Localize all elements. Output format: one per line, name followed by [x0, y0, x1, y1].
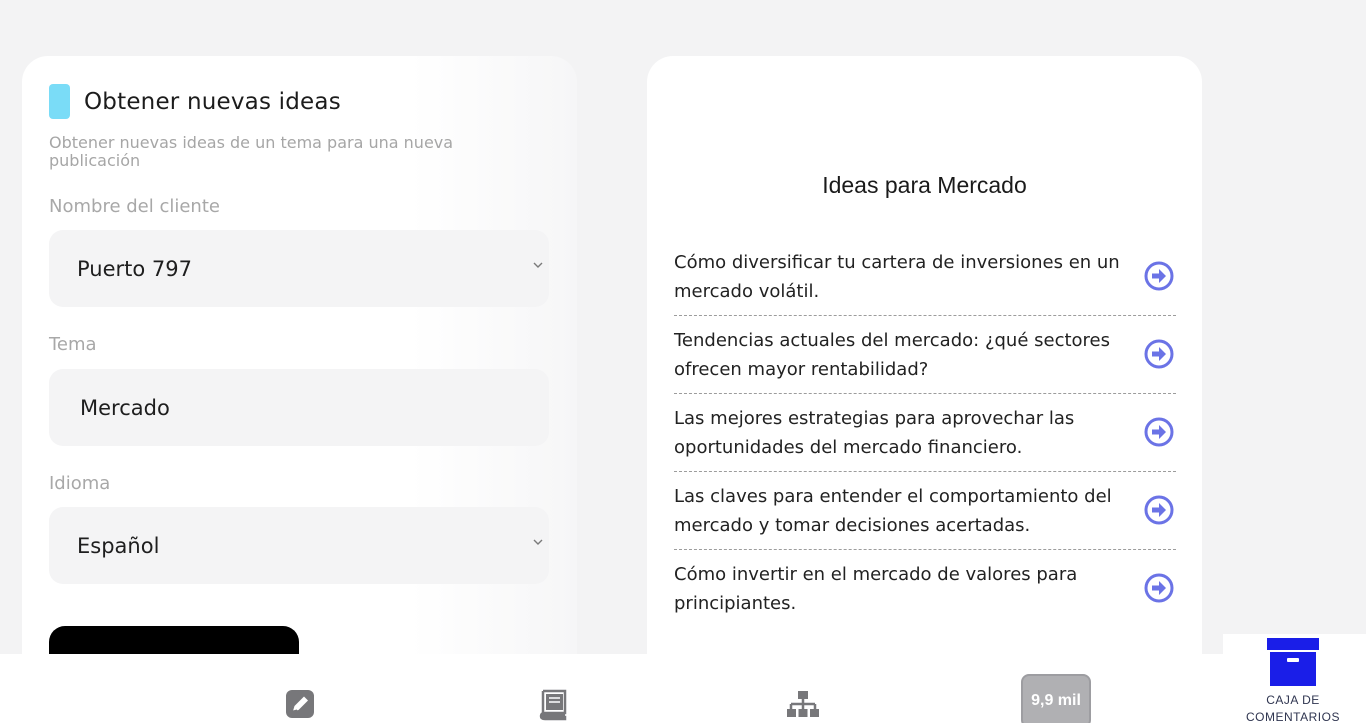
topic-label: Tema: [49, 334, 97, 355]
arrow-circle-right-icon[interactable]: [1144, 417, 1174, 447]
ideas-list: Cómo diversificar tu cartera de inversio…: [674, 238, 1176, 628]
client-select-value: Puerto 797: [77, 256, 192, 281]
arrow-circle-right-icon[interactable]: [1144, 573, 1174, 603]
chevron-down-icon: [533, 262, 543, 268]
idea-generator-form: Obtener nuevas ideas Obtener nuevas idea…: [22, 56, 577, 696]
accent-marker: [49, 84, 70, 119]
idea-text: Las mejores estrategias para aprovechar …: [674, 407, 1075, 458]
arrow-circle-right-icon[interactable]: [1144, 339, 1174, 369]
client-label: Nombre del cliente: [49, 196, 220, 217]
language-select-value: Español: [77, 533, 160, 558]
language-select[interactable]: Español: [49, 507, 549, 584]
form-title-row: Obtener nuevas ideas: [49, 84, 341, 119]
idea-item: Cómo invertir en el mercado de valores p…: [674, 550, 1176, 628]
topic-input[interactable]: Mercado: [49, 369, 549, 446]
bottom-nav: 9,9 mil: [0, 654, 1366, 723]
comment-box-label: CAJA DE COMENTARIOS: [1246, 693, 1340, 723]
idea-text: Las claves para entender el comportamien…: [674, 485, 1112, 536]
idea-item: Cómo diversificar tu cartera de inversio…: [674, 238, 1176, 316]
archive-box-icon: [1267, 638, 1319, 686]
pencil-icon[interactable]: [283, 688, 317, 722]
ideas-title: Ideas para Mercado: [822, 172, 1027, 198]
idea-item: Tendencias actuales del mercado: ¿qué se…: [674, 316, 1176, 394]
arrow-circle-right-icon[interactable]: [1144, 261, 1174, 291]
comment-box-widget[interactable]: CAJA DE COMENTARIOS: [1223, 634, 1366, 723]
topic-input-value: Mercado: [80, 395, 170, 420]
sitemap-icon[interactable]: [786, 688, 820, 722]
idea-text: Cómo diversificar tu cartera de inversio…: [674, 251, 1120, 302]
form-title: Obtener nuevas ideas: [84, 88, 341, 115]
idea-text: Cómo invertir en el mercado de valores p…: [674, 564, 1078, 614]
book-icon[interactable]: [535, 688, 569, 722]
arrow-circle-right-icon[interactable]: [1144, 495, 1174, 525]
form-subtitle: Obtener nuevas ideas de un tema para una…: [49, 133, 454, 170]
idea-item: Las claves para entender el comportamien…: [674, 472, 1176, 550]
client-select[interactable]: Puerto 797: [49, 230, 549, 307]
language-label: Idioma: [49, 473, 111, 494]
idea-text: Tendencias actuales del mercado: ¿qué se…: [674, 329, 1110, 380]
ideas-panel: Ideas para Mercado Cómo diversificar tu …: [647, 56, 1202, 696]
idea-item: Las mejores estrategias para aprovechar …: [674, 394, 1176, 472]
count-badge[interactable]: 9,9 mil: [1021, 674, 1091, 723]
chevron-down-icon: [533, 539, 543, 545]
